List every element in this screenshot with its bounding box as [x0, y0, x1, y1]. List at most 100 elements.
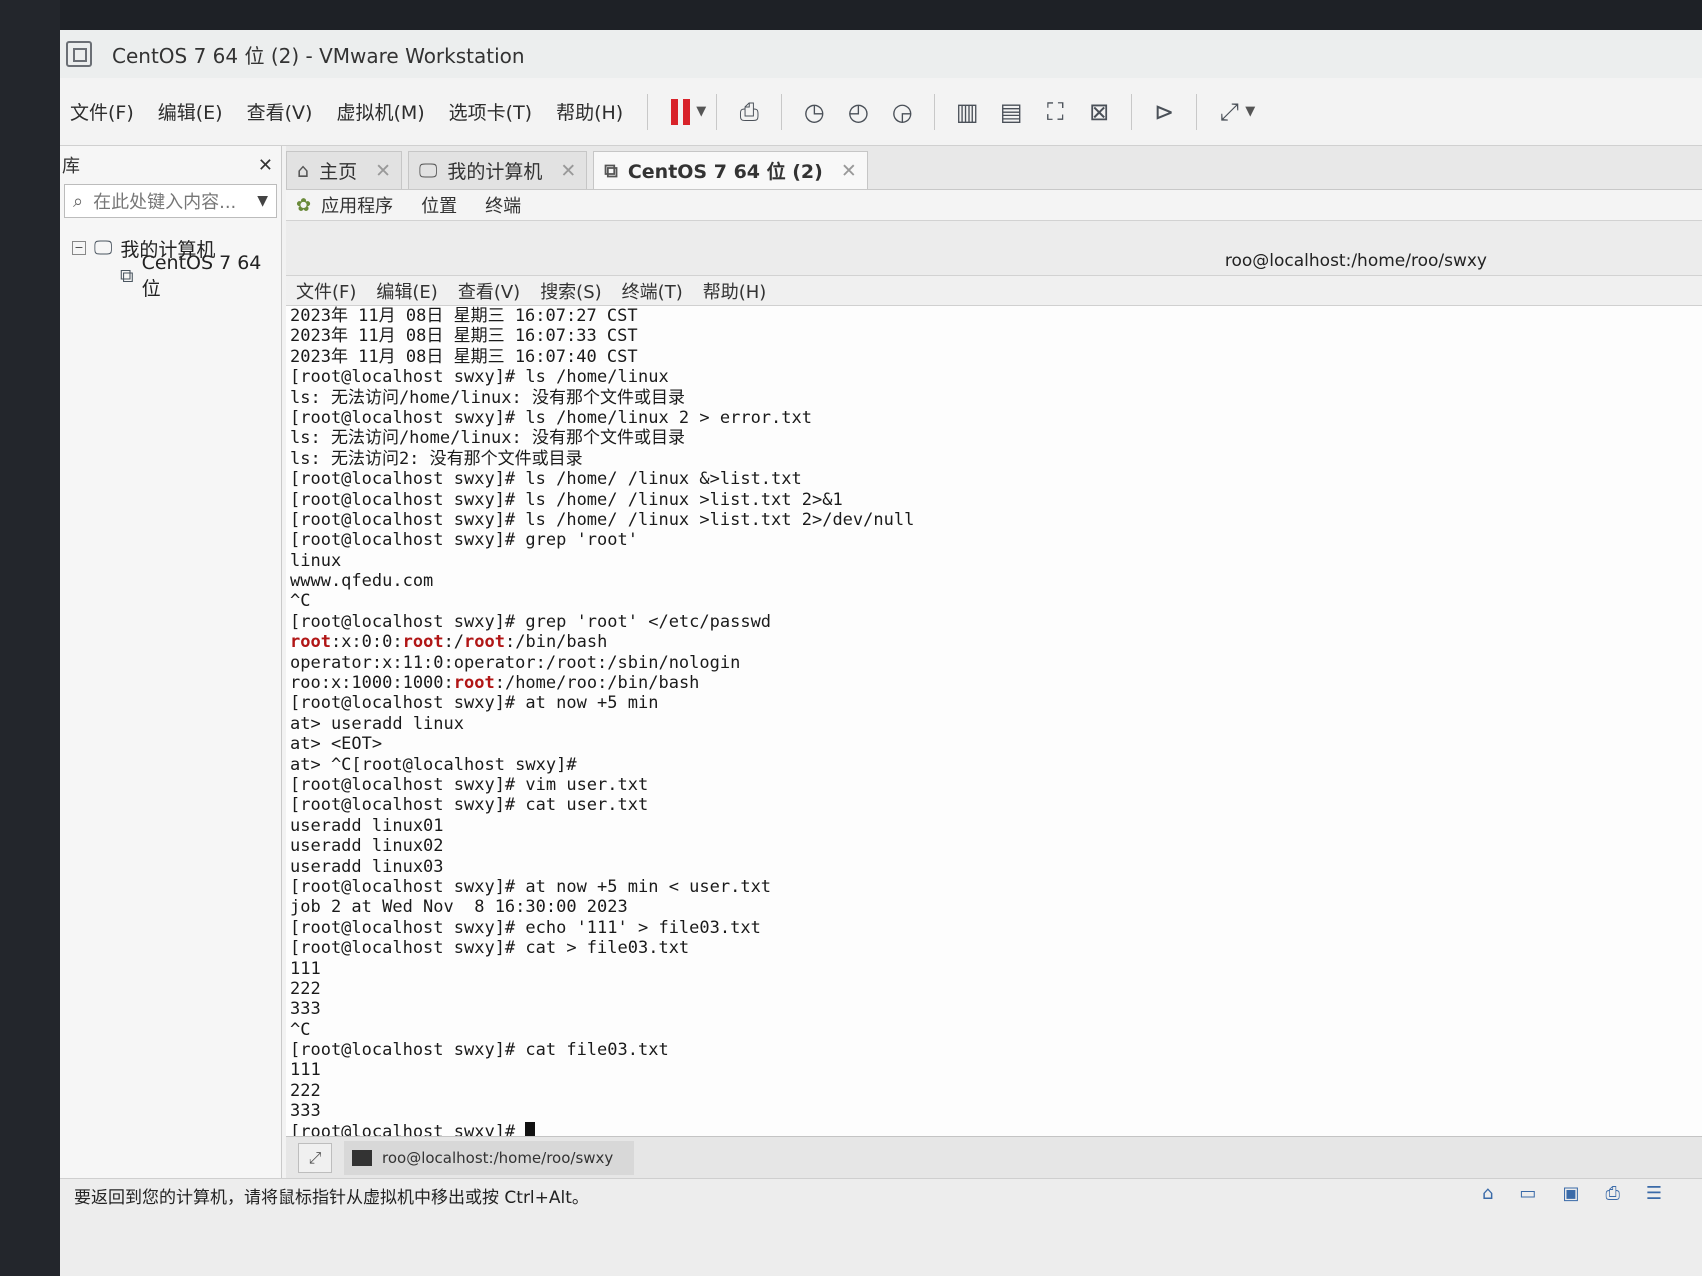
library-search-placeholder: 在此处键入内容...	[93, 192, 237, 213]
pause-icon[interactable]	[660, 92, 700, 132]
terminal-line: at> ^C[root@localhost swxy]#	[290, 754, 577, 775]
usb-icon[interactable]: ▭	[1519, 1183, 1536, 1204]
status-message: 要返回到您的计算机，请将鼠标指针从虚拟机中移出或按 Ctrl+Alt。	[74, 1188, 589, 1208]
status-bar: 要返回到您的计算机，请将鼠标指针从虚拟机中移出或按 Ctrl+Alt。 ⌂ ▭ …	[60, 1178, 1702, 1276]
tab-label: 主页	[319, 161, 358, 183]
console-view-icon[interactable]: ⊳	[1144, 92, 1184, 132]
taskbar-item-label: roo@localhost:/home/roo/swxy	[382, 1148, 614, 1167]
pause-dropdown-icon[interactable]: ▼	[696, 104, 706, 119]
tab-label: CentOS 7 64 位 (2)	[627, 161, 823, 183]
gnome-places-menu[interactable]: 位置	[421, 192, 457, 218]
library-close-icon[interactable]: ✕	[258, 155, 273, 176]
home-icon: ⌂	[297, 159, 310, 182]
stretch-dropdown-icon[interactable]: ▼	[1245, 104, 1255, 119]
terminal-line: wwww.qfedu.com	[290, 571, 434, 592]
terminal-line: [root@localhost swxy]# echo '111' > file…	[290, 917, 761, 938]
guest-taskbar: ⤢ roo@localhost:/home/roo/swxy	[286, 1136, 1702, 1178]
send-ctrl-alt-del-icon[interactable]: ⎙	[729, 92, 769, 132]
terminal-icon	[352, 1149, 372, 1166]
search-dropdown-icon[interactable]: ▼	[257, 193, 268, 209]
terminal-line: ls: 无法访问2: 没有那个文件或目录	[290, 448, 583, 469]
revert-snapshot-icon[interactable]: ◴	[838, 92, 878, 132]
close-icon[interactable]: ✕	[560, 160, 576, 182]
gnome-applications-menu[interactable]: 应用程序	[321, 192, 393, 218]
screen-bezel-top	[0, 0, 1702, 30]
terminal-line: 333	[290, 1101, 321, 1122]
terminal-line: [root@localhost swxy]# cat file03.txt	[290, 1040, 669, 1061]
terminal-menu-edit[interactable]: 编辑(E)	[376, 278, 437, 304]
thumbnail-bar-icon[interactable]: ▤	[991, 92, 1031, 132]
terminal-line: 111	[290, 1060, 321, 1081]
terminal-line: at> useradd linux	[290, 713, 464, 734]
terminal-line: useradd linux03	[290, 856, 444, 877]
close-icon[interactable]: ✕	[375, 160, 391, 182]
toolbar-separator	[781, 93, 783, 130]
tree-item-centos[interactable]: ⧉ CentOS 7 64 位	[60, 252, 281, 300]
library-panel: 库 ✕ ⌕ 在此处键入内容... ▼ − 🖵 我的计算机 ⧉ CentOS 7 …	[60, 146, 282, 1246]
show-desktop-icon[interactable]: ⤢	[298, 1142, 332, 1173]
full-screen-icon[interactable]: ⛶	[1035, 92, 1075, 132]
terminal-line: [root@localhost swxy]# ls /home/linux	[290, 367, 669, 388]
terminal-line: linux	[290, 550, 342, 571]
terminal-output[interactable]: 2023年 11月 08日 星期三 16:07:27 CST 2023年 11月 …	[286, 306, 1702, 1142]
window-title: CentOS 7 64 位 (2) - VMware Workstation	[112, 43, 525, 68]
terminal-line: [root@localhost swxy]# ls /home/linux 2 …	[290, 407, 812, 428]
terminal-line: 222	[290, 1080, 321, 1101]
terminal-line: 111	[290, 958, 321, 979]
snapshot-icon[interactable]: ◷	[794, 92, 834, 132]
menu-tabs[interactable]: 选项卡(T)	[439, 98, 542, 125]
terminal-titlebar[interactable]: roo@localhost:/home/roo/swxy	[286, 220, 1702, 276]
unity-icon[interactable]: ⊠	[1079, 92, 1119, 132]
terminal-line: roo:x:1000:1000:root:/home/roo:/bin/bash	[290, 673, 700, 694]
network-icon[interactable]: ⌂	[1482, 1183, 1493, 1204]
terminal-line: 2023年 11月 08日 星期三 16:07:27 CST	[290, 306, 638, 326]
terminal-line: useradd linux01	[290, 815, 444, 836]
menu-help[interactable]: 帮助(H)	[546, 98, 633, 125]
terminal-line: at> <EOT>	[290, 734, 383, 755]
terminal-title: roo@localhost:/home/roo/swxy	[1224, 251, 1487, 271]
terminal-menu-terminal[interactable]: 终端(T)	[622, 278, 683, 304]
tab-home[interactable]: ⌂ 主页 ✕	[286, 151, 402, 189]
library-search-input[interactable]: ⌕ 在此处键入内容... ▼	[64, 184, 277, 218]
stretch-icon[interactable]: ⤢	[1209, 92, 1249, 132]
vm-icon: ⧉	[120, 265, 134, 287]
library-tree: − 🖵 我的计算机 ⧉ CentOS 7 64 位	[60, 234, 281, 300]
title-bar[interactable]: CentOS 7 64 位 (2) - VMware Workstation	[60, 30, 1702, 78]
snapshot-manager-icon[interactable]: ◶	[882, 92, 922, 132]
menu-view[interactable]: 查看(V)	[237, 98, 323, 125]
vmware-window: CentOS 7 64 位 (2) - VMware Workstation 文…	[60, 30, 1702, 1276]
terminal-line: [root@localhost swxy]# at now +5 min < u…	[290, 876, 772, 897]
terminal-line: [root@localhost swxy]# cat user.txt	[290, 795, 649, 816]
search-icon: ⌕	[73, 190, 84, 212]
terminal-line: [root@localhost swxy]# ls /home/ /linux …	[290, 489, 843, 510]
show-library-icon[interactable]: ▥	[947, 92, 987, 132]
terminal-menubar: 文件(F) 编辑(E) 查看(V) 搜索(S) 终端(T) 帮助(H)	[286, 276, 1702, 306]
terminal-line: job 2 at Wed Nov 8 16:30:00 2023	[290, 897, 628, 918]
terminal-menu-view[interactable]: 查看(V)	[458, 278, 520, 304]
toolbar-separator	[716, 93, 718, 130]
terminal-line: [root@localhost swxy]# vim user.txt	[290, 774, 649, 795]
terminal-menu-help[interactable]: 帮助(H)	[703, 278, 767, 304]
tab-my-computer[interactable]: 🖵 我的计算机 ✕	[408, 151, 588, 189]
sound-icon[interactable]: ▣	[1562, 1183, 1579, 1204]
terminal-menu-file[interactable]: 文件(F)	[296, 278, 356, 304]
gnome-terminal-menu[interactable]: 终端	[485, 192, 521, 218]
terminal-menu-search[interactable]: 搜索(S)	[540, 278, 601, 304]
terminal-line: 2023年 11月 08日 星期三 16:07:33 CST	[290, 326, 638, 347]
messages-icon[interactable]: ☰	[1646, 1183, 1662, 1204]
menu-edit[interactable]: 编辑(E)	[148, 98, 233, 125]
terminal-line: ^C	[290, 591, 311, 612]
terminal-line: [root@localhost swxy]# ls /home/ /linux …	[290, 469, 802, 490]
tab-label: 我的计算机	[447, 161, 543, 183]
gnome-top-bar: ✿ 应用程序 位置 终端	[286, 190, 1702, 220]
close-icon[interactable]: ✕	[841, 160, 857, 182]
menu-file[interactable]: 文件(F)	[60, 98, 144, 125]
collapse-icon[interactable]: −	[72, 241, 86, 255]
terminal-line: [root@localhost swxy]# cat > file03.txt	[290, 938, 690, 959]
menu-toolbar: 文件(F) 编辑(E) 查看(V) 虚拟机(M) 选项卡(T) 帮助(H) ▼ …	[60, 78, 1702, 146]
taskbar-terminal-item[interactable]: roo@localhost:/home/roo/swxy	[344, 1140, 634, 1175]
tab-centos[interactable]: ⧉ CentOS 7 64 位 (2) ✕	[593, 151, 868, 189]
printer-icon[interactable]: ⎙	[1605, 1183, 1619, 1204]
menu-vm[interactable]: 虚拟机(M)	[326, 98, 434, 125]
library-title: 库	[62, 156, 80, 177]
